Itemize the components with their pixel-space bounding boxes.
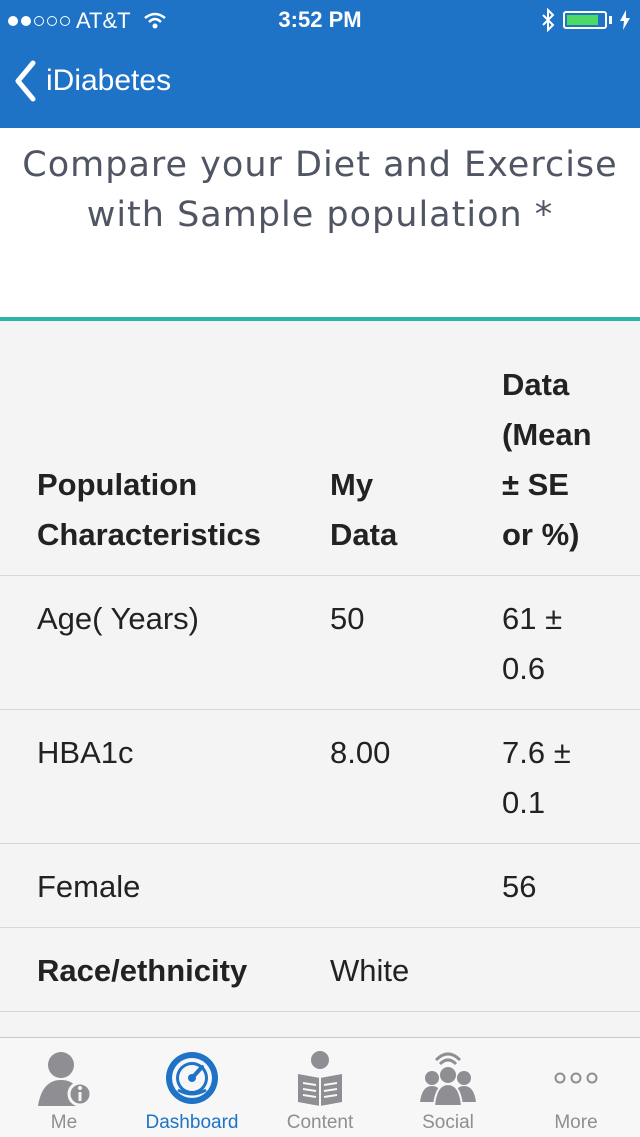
row-label: Female bbox=[37, 869, 141, 904]
row-population-data: 56 bbox=[502, 869, 537, 904]
battery-icon bbox=[563, 11, 607, 29]
tab-content-label: Content bbox=[286, 1112, 354, 1133]
tab-bar: Me Dashboard Content Social More bbox=[0, 1037, 640, 1137]
tab-me-label: Me bbox=[50, 1112, 78, 1133]
tab-more[interactable]: More bbox=[512, 1038, 640, 1137]
status-right bbox=[541, 8, 630, 32]
group-icon bbox=[420, 1052, 476, 1107]
header-population-characteristics: Population Characteristics bbox=[37, 467, 262, 552]
chevron-left-icon bbox=[15, 60, 36, 102]
back-button[interactable]: iDiabetes bbox=[14, 60, 171, 102]
person-info-icon bbox=[38, 1052, 93, 1107]
tab-content[interactable]: Content bbox=[256, 1038, 384, 1137]
header-data-mean-se: Data (Mean ± SE or %) bbox=[502, 367, 592, 552]
tab-me[interactable]: Me bbox=[0, 1038, 128, 1137]
row-my-data: White bbox=[330, 953, 410, 988]
comparison-table: Population Characteristics My Data Data … bbox=[0, 321, 640, 1037]
title-line-1: Compare your Diet and Exercise bbox=[22, 145, 618, 185]
tab-dashboard-label: Dashboard bbox=[145, 1112, 239, 1133]
row-my-data: 50 bbox=[330, 601, 365, 636]
header-my-data: My Data bbox=[330, 467, 398, 552]
page-title: Compare your Diet and Exercise with Samp… bbox=[0, 140, 640, 240]
back-label: iDiabetes bbox=[46, 64, 172, 97]
navigation-bar: iDiabetes bbox=[0, 40, 640, 128]
table-row: HBA1c 8.00 7.6 ± 0.1 bbox=[0, 710, 640, 844]
table-header-row: Population Characteristics My Data Data … bbox=[0, 321, 640, 576]
table-row: Race/ethnicity White bbox=[0, 928, 640, 1012]
row-population-data: 7.6 ± 0.1 bbox=[502, 735, 571, 820]
table-row: Age( Years) 50 61 ± 0.6 bbox=[0, 576, 640, 710]
row-my-data: 8.00 bbox=[330, 735, 391, 770]
tab-social[interactable]: Social bbox=[384, 1038, 512, 1137]
charging-icon bbox=[620, 10, 630, 30]
speedometer-icon bbox=[166, 1052, 218, 1104]
tab-more-label: More bbox=[554, 1112, 598, 1133]
row-label: Age( Years) bbox=[37, 601, 199, 636]
newspaper-reader-icon bbox=[298, 1051, 342, 1106]
row-label: Race/ethnicity bbox=[37, 953, 248, 988]
bluetooth-icon bbox=[542, 8, 555, 32]
row-label: HBA1c bbox=[37, 735, 134, 770]
tab-social-label: Social bbox=[422, 1112, 474, 1133]
more-dots-icon bbox=[554, 1072, 598, 1084]
tab-dashboard[interactable]: Dashboard bbox=[128, 1038, 256, 1137]
table-row: Female 56 bbox=[0, 844, 640, 928]
row-population-data: 61 ± 0.6 bbox=[502, 601, 563, 686]
status-bar: AT&T 3:52 PM bbox=[0, 0, 640, 40]
title-line-2: with Sample population * bbox=[86, 195, 554, 235]
